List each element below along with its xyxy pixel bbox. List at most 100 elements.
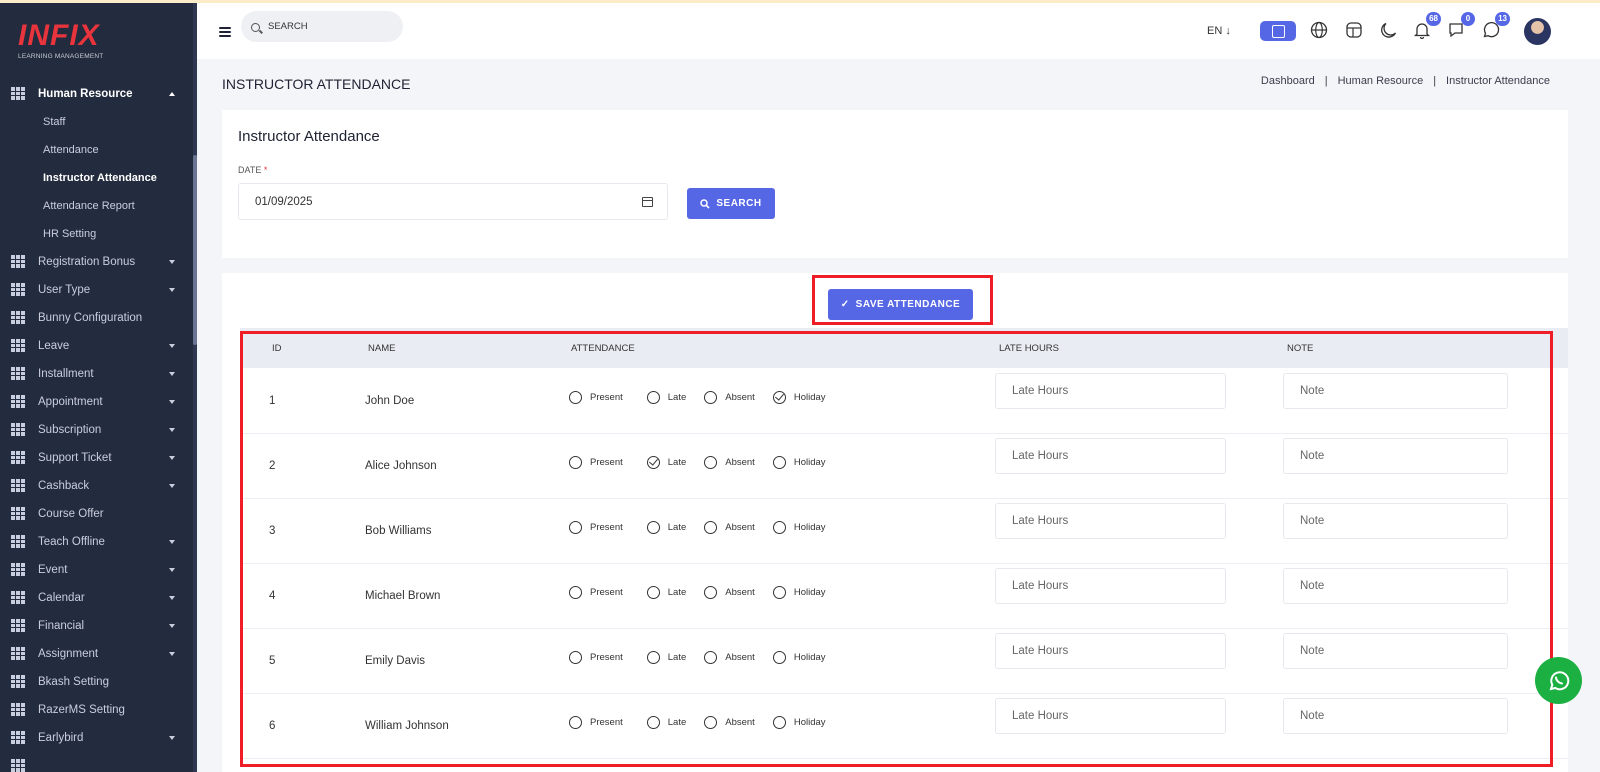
sidebar-item-label: Leave — [38, 340, 70, 352]
highlight-save-button — [812, 275, 993, 325]
breadcrumb-dashboard[interactable]: Dashboard — [1261, 75, 1315, 87]
chip-icon[interactable] — [1260, 21, 1296, 41]
sidebar-item-label: Calendar — [38, 592, 85, 604]
dark-mode-moon-icon[interactable] — [1378, 19, 1400, 41]
sidebar-item-label: Support Ticket — [38, 452, 112, 464]
sidebar-item-label: Human Resource — [38, 88, 133, 100]
caret-down-icon — [169, 400, 175, 404]
sidebar-item-subscription[interactable]: Subscription — [0, 416, 193, 444]
sidebar-scrollbar-thumb[interactable] — [193, 155, 197, 345]
caret-down-icon — [169, 344, 175, 348]
sidebar-item-earlybird[interactable]: Earlybird — [0, 724, 193, 752]
sidebar-item-label: RazerMS Setting — [38, 704, 125, 716]
caret-down-icon — [169, 568, 175, 572]
sidebar-item-registration-bonus[interactable]: Registration Bonus — [0, 248, 193, 276]
calendar-icon[interactable] — [642, 197, 653, 207]
grid-icon — [11, 311, 25, 324]
sidebar-item-cashback[interactable]: Cashback — [0, 472, 193, 500]
grid-icon — [11, 507, 25, 520]
caret-down-icon — [169, 624, 175, 628]
sidebar-item-bunny-configuration[interactable]: Bunny Configuration — [0, 304, 193, 332]
sidebar-item-user-type[interactable]: User Type — [0, 276, 193, 304]
sidebar-item-label: User Type — [38, 284, 91, 296]
sidebar-item-partial[interactable] — [0, 752, 193, 772]
messages-icon[interactable]: 0 — [1445, 12, 1475, 41]
sidebar-item-label: Cashback — [38, 480, 90, 492]
sidebar-item-financial[interactable]: Financial — [0, 612, 193, 640]
sidebar-subitem-hr-setting[interactable]: HR Setting — [0, 220, 193, 248]
sidebar-scrollbar-track[interactable] — [193, 3, 197, 772]
breadcrumb: Dashboard | Human Resource | Instructor … — [1261, 75, 1550, 87]
grid-icon — [11, 423, 25, 436]
notifications-bell-icon[interactable]: 68 — [1411, 12, 1441, 41]
sidebar-item-label: Financial — [38, 620, 85, 632]
sidebar-item-label: Installment — [38, 368, 94, 380]
grid-icon — [11, 731, 25, 744]
required-mark: * — [263, 165, 268, 175]
sidebar-subitem-instructor-attendance[interactable]: Instructor Attendance — [0, 164, 193, 192]
sidebar-item-installment[interactable]: Installment — [0, 360, 193, 388]
search-icon — [700, 198, 710, 209]
search-button[interactable]: SEARCH — [687, 188, 775, 219]
grid-icon — [11, 619, 25, 632]
caret-down-icon — [169, 540, 175, 544]
search-input[interactable] — [268, 21, 388, 32]
whatsapp-icon[interactable]: 13 — [1480, 12, 1510, 41]
breadcrumb-current: Instructor Attendance — [1446, 75, 1550, 87]
grid-icon — [11, 479, 25, 492]
caret-up-icon — [169, 92, 175, 96]
highlight-attendance-table — [240, 331, 1553, 767]
sidebar-subitem-attendance[interactable]: Attendance — [0, 136, 193, 164]
sidebar-nav: Human Resource Staff Attendance Instruct… — [0, 80, 193, 772]
sidebar-item-leave[interactable]: Leave — [0, 332, 193, 360]
caret-down-icon — [169, 484, 175, 488]
card-heading: Instructor Attendance — [238, 128, 380, 145]
globe-icon[interactable] — [1308, 19, 1330, 41]
breadcrumb-separator: | — [1324, 75, 1328, 87]
layout-icon[interactable] — [1343, 19, 1365, 41]
whatsapp-chat-button[interactable] — [1535, 657, 1582, 704]
sidebar-item-human-resource[interactable]: Human Resource — [0, 80, 193, 108]
sidebar-item-label: Subscription — [38, 424, 102, 436]
breadcrumb-human-resource[interactable]: Human Resource — [1338, 75, 1424, 87]
menu-toggle-icon[interactable] — [219, 27, 231, 37]
grid-icon — [11, 367, 25, 380]
language-selector[interactable]: EN ↓ — [1207, 25, 1231, 37]
sidebar-item-label: Earlybird — [38, 732, 84, 744]
top-header: EN ↓ 68 0 13 — [197, 3, 1600, 59]
logo-tagline: LEARNING MANAGEMENT — [18, 53, 104, 60]
grid-icon — [11, 759, 25, 772]
grid-icon — [11, 703, 25, 716]
whatsapp-icon — [1549, 670, 1569, 690]
sidebar-item-support-ticket[interactable]: Support Ticket — [0, 444, 193, 472]
sidebar-item-bkash-setting[interactable]: Bkash Setting — [0, 668, 193, 696]
grid-icon — [11, 647, 25, 660]
sidebar-subitem-staff[interactable]: Staff — [0, 108, 193, 136]
sidebar-item-label: Bkash Setting — [38, 676, 109, 688]
sidebar-item-label: Registration Bonus — [38, 256, 136, 268]
messages-count-badge: 0 — [1461, 12, 1475, 26]
sidebar: INFIX LEARNING MANAGEMENT Human Resource… — [0, 3, 197, 772]
sidebar-item-course-offer[interactable]: Course Offer — [0, 500, 193, 528]
sidebar-item-teach-offline[interactable]: Teach Offline — [0, 528, 193, 556]
search-icon — [251, 23, 260, 32]
search-box[interactable] — [241, 11, 403, 42]
search-button-label: SEARCH — [716, 198, 762, 209]
sidebar-subitem-attendance-report[interactable]: Attendance Report — [0, 192, 193, 220]
sidebar-item-calendar[interactable]: Calendar — [0, 584, 193, 612]
grid-icon — [11, 255, 25, 268]
sidebar-item-razerms-setting[interactable]: RazerMS Setting — [0, 696, 193, 724]
user-avatar[interactable] — [1524, 18, 1551, 45]
sidebar-item-appointment[interactable]: Appointment — [0, 388, 193, 416]
grid-icon — [11, 563, 25, 576]
sidebar-item-event[interactable]: Event — [0, 556, 193, 584]
brand-logo[interactable]: INFIX LEARNING MANAGEMENT — [18, 21, 118, 63]
grid-icon — [11, 395, 25, 408]
sidebar-item-assignment[interactable]: Assignment — [0, 640, 193, 668]
logo-text: INFIX — [18, 19, 100, 52]
date-field[interactable]: 01/09/2025 — [238, 183, 668, 220]
page-title: INSTRUCTOR ATTENDANCE — [222, 76, 411, 92]
grid-icon — [11, 87, 25, 100]
sidebar-item-label: Teach Offline — [38, 536, 105, 548]
caret-down-icon — [169, 428, 175, 432]
